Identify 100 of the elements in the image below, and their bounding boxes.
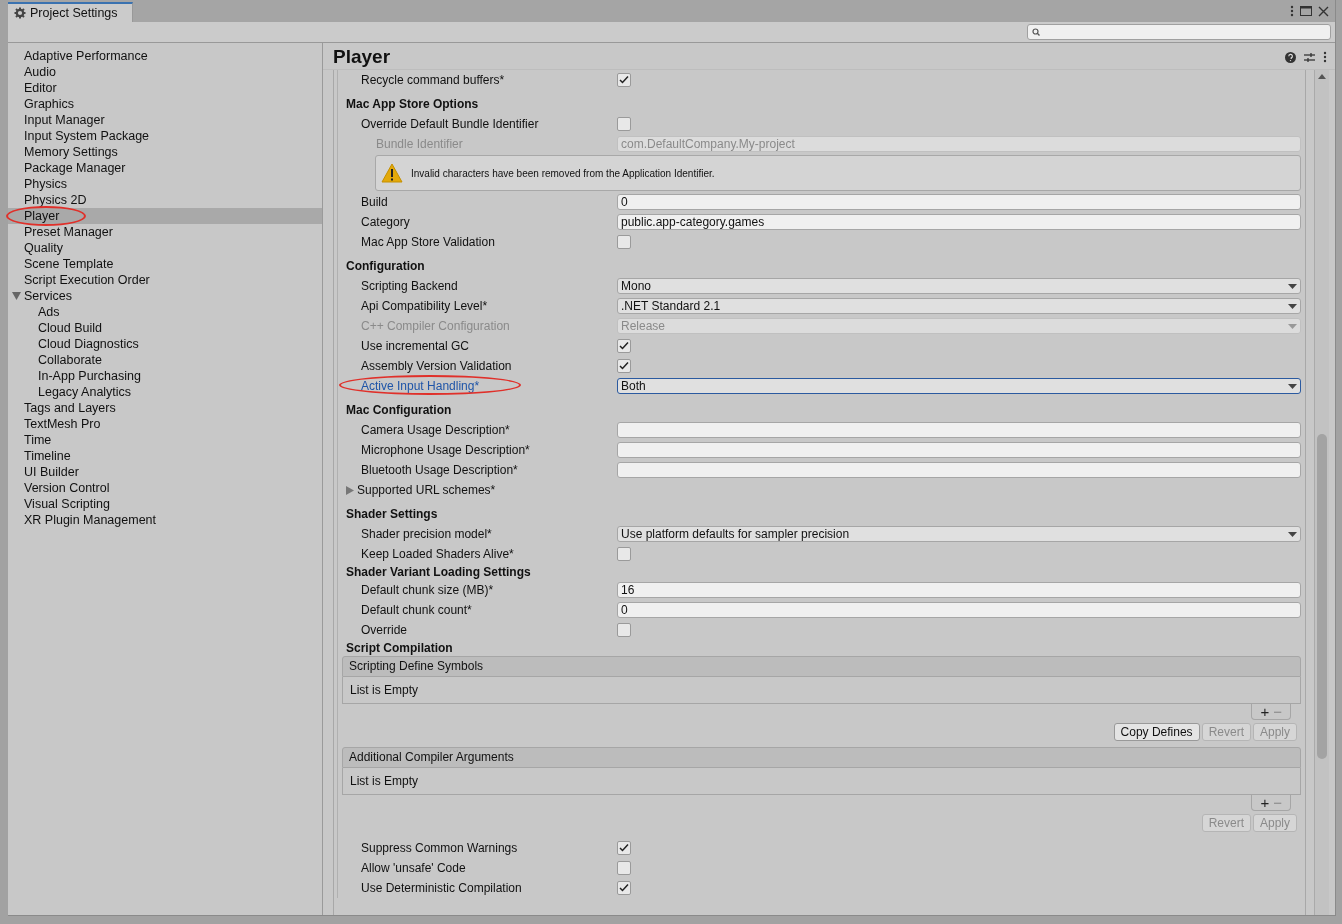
field-label: Bluetooth Usage Description* xyxy=(360,463,519,477)
sidebar-item[interactable]: Visual Scripting xyxy=(8,496,322,512)
input-field[interactable]: 16 xyxy=(617,582,1301,598)
warning-icon xyxy=(381,163,403,183)
section-header: Mac App Store Options xyxy=(345,96,480,113)
field-label: Api Compatibility Level* xyxy=(360,299,489,313)
checkmark-icon xyxy=(618,360,630,372)
sidebar-item[interactable]: Tags and Layers xyxy=(8,400,322,416)
sidebar-item[interactable]: TextMesh Pro xyxy=(8,416,322,432)
scrollbar[interactable] xyxy=(1314,70,1329,915)
page-title: Player xyxy=(333,46,391,68)
checkmark-icon xyxy=(618,74,630,86)
maximize-icon[interactable] xyxy=(1300,6,1312,16)
input-field[interactable]: public.app-category.games xyxy=(617,214,1301,230)
sidebar-item[interactable]: Adaptive Performance xyxy=(8,48,322,64)
sidebar-item[interactable]: Physics 2D xyxy=(8,192,322,208)
input-field[interactable] xyxy=(617,442,1301,458)
dropdown[interactable]: Mono xyxy=(617,278,1301,294)
expand-triangle-icon xyxy=(346,485,354,495)
input-field[interactable] xyxy=(617,462,1301,478)
field-label: Shader precision model* xyxy=(360,527,493,541)
checkbox[interactable] xyxy=(617,841,631,855)
sidebar-item[interactable]: Memory Settings xyxy=(8,144,322,160)
add-button[interactable]: + xyxy=(1260,795,1270,810)
search-icon xyxy=(1032,28,1040,36)
sidebar-item[interactable]: Scene Template xyxy=(8,256,322,272)
sidebar-item[interactable]: Timeline xyxy=(8,448,322,464)
dropdown[interactable]: Use platform defaults for sampler precision xyxy=(617,526,1301,542)
section-header: Script Compilation xyxy=(345,640,454,656)
field-label: Default chunk count* xyxy=(360,603,473,617)
checkmark-icon xyxy=(618,842,630,854)
sidebar-item[interactable]: Cloud Build xyxy=(8,320,322,336)
scroll-up-icon[interactable] xyxy=(1318,74,1326,79)
dropdown-arrow-icon xyxy=(1288,303,1297,309)
more-icon[interactable] xyxy=(1323,51,1327,63)
sidebar-item[interactable]: Preset Manager xyxy=(8,224,322,240)
field-label: Use incremental GC xyxy=(360,339,471,353)
sidebar-item[interactable]: Editor xyxy=(8,80,322,96)
section-header: Configuration xyxy=(345,258,426,275)
close-icon[interactable] xyxy=(1318,5,1329,17)
checkbox[interactable] xyxy=(617,623,631,637)
checkmark-icon xyxy=(618,882,630,894)
field-label: Camera Usage Description* xyxy=(360,423,511,437)
sidebar-item[interactable]: XR Plugin Management xyxy=(8,512,322,528)
expand-triangle-icon[interactable] xyxy=(12,292,21,301)
foldout[interactable]: Supported URL schemes* xyxy=(346,483,602,497)
field-label: Assembly Version Validation xyxy=(360,359,513,373)
field-label: Build xyxy=(360,195,389,209)
dropdown[interactable]: Both xyxy=(617,378,1301,394)
checkbox[interactable] xyxy=(617,339,631,353)
sidebar-item[interactable]: Package Manager xyxy=(8,160,322,176)
sidebar-item[interactable]: Services xyxy=(8,288,322,304)
sidebar-item[interactable]: Graphics xyxy=(8,96,322,112)
input-field[interactable]: 0 xyxy=(617,194,1301,210)
sidebar-item[interactable]: Version Control xyxy=(8,480,322,496)
window-tab[interactable]: Project Settings xyxy=(8,2,133,22)
field-label: Bundle Identifier xyxy=(375,137,464,151)
section-header: Shader Variant Loading Settings xyxy=(345,564,532,580)
sidebar-item[interactable]: Audio xyxy=(8,64,322,80)
search-field[interactable] xyxy=(1027,24,1331,40)
dropdown[interactable]: .NET Standard 2.1 xyxy=(617,298,1301,314)
sidebar-item[interactable]: Legacy Analytics xyxy=(8,384,322,400)
help-icon[interactable] xyxy=(1285,51,1296,63)
sidebar-item[interactable]: Player xyxy=(8,208,322,224)
checkbox[interactable] xyxy=(617,73,631,87)
dropdown-arrow-icon xyxy=(1288,531,1297,537)
sidebar-item[interactable]: Physics xyxy=(8,176,322,192)
field-label: Keep Loaded Shaders Alive* xyxy=(360,547,515,561)
section-header: Shader Settings xyxy=(345,506,439,523)
dropdown-arrow-icon xyxy=(1288,323,1297,329)
sidebar-item[interactable]: UI Builder xyxy=(8,464,322,480)
checkbox[interactable] xyxy=(617,235,631,249)
input-field[interactable] xyxy=(617,422,1301,438)
list-header: Scripting Define Symbols xyxy=(342,656,1301,677)
add-button[interactable]: + xyxy=(1260,704,1270,719)
sidebar-item[interactable]: Quality xyxy=(8,240,322,256)
dropdown-arrow-icon xyxy=(1288,383,1297,389)
list-body: List is Empty xyxy=(342,768,1301,795)
checkmark-icon xyxy=(618,340,630,352)
more-icon[interactable] xyxy=(1290,5,1294,17)
checkbox[interactable] xyxy=(617,359,631,373)
sliders-icon[interactable] xyxy=(1304,51,1315,63)
checkbox[interactable] xyxy=(617,881,631,895)
list-body: List is Empty xyxy=(342,677,1301,704)
field-label: Use Deterministic Compilation xyxy=(360,881,523,895)
sidebar-item[interactable]: Collaborate xyxy=(8,352,322,368)
button[interactable]: Copy Defines xyxy=(1113,723,1200,741)
sidebar-item[interactable]: Input Manager xyxy=(8,112,322,128)
sidebar-item[interactable]: Script Execution Order xyxy=(8,272,322,288)
input-field[interactable]: 0 xyxy=(617,602,1301,618)
sidebar-item[interactable]: Input System Package xyxy=(8,128,322,144)
sidebar-item[interactable]: Ads xyxy=(8,304,322,320)
field-label: Recycle command buffers* xyxy=(360,73,506,87)
sidebar-item[interactable]: In-App Purchasing xyxy=(8,368,322,384)
sidebar-item[interactable]: Cloud Diagnostics xyxy=(8,336,322,352)
checkbox[interactable] xyxy=(617,547,631,561)
checkbox[interactable] xyxy=(617,861,631,875)
checkbox[interactable] xyxy=(617,117,631,131)
gear-icon xyxy=(14,7,26,19)
sidebar-item[interactable]: Time xyxy=(8,432,322,448)
